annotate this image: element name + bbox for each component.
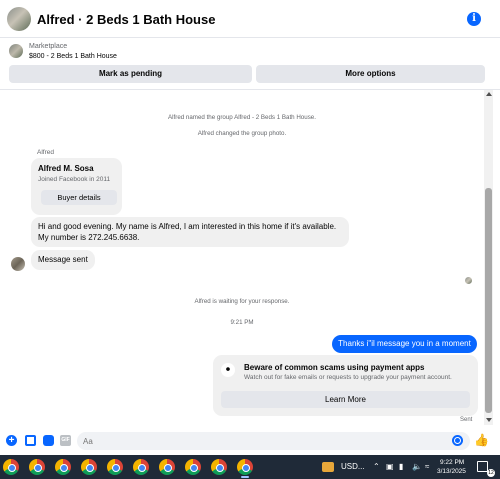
clock-date[interactable]: 3/13/2025: [437, 468, 466, 475]
message-input[interactable]: [77, 432, 470, 450]
messenger-window: Alfred · 2 Beds 1 Bath House i Marketpla…: [0, 0, 500, 455]
plus-icon[interactable]: +: [6, 435, 17, 446]
chrome-icon[interactable]: [211, 459, 227, 475]
image-icon[interactable]: [25, 435, 36, 446]
marketplace-label: Marketplace: [29, 43, 68, 50]
network-icon[interactable]: ▣: [386, 462, 394, 471]
emoji-icon[interactable]: [452, 435, 463, 446]
scrollbar-thumb[interactable]: [485, 188, 492, 413]
shield-icon: ⚫: [221, 363, 235, 377]
sender-name: Alfred: [37, 149, 54, 156]
chrome-icon[interactable]: [81, 459, 97, 475]
message-composer: + GIF 👍: [0, 429, 500, 453]
more-options-button[interactable]: More options: [256, 65, 485, 83]
system-message: Alfred is waiting for your response.: [194, 298, 290, 305]
currency-widget-icon[interactable]: [322, 462, 334, 472]
battery-icon[interactable]: ▮: [399, 462, 403, 471]
listing-title[interactable]: $800 - 2 Beds 1 Bath House: [29, 53, 117, 60]
thumbs-up-icon[interactable]: 👍: [474, 434, 489, 447]
marketplace-bar: Marketplace $800 - 2 Beds 1 Bath House M…: [0, 38, 500, 90]
conversation-header: Alfred · 2 Beds 1 Bath House i: [0, 0, 500, 38]
chrome-icon[interactable]: [3, 459, 19, 475]
chrome-icon[interactable]: [159, 459, 175, 475]
sticker-icon[interactable]: [43, 435, 54, 446]
warning-body: Watch out for fake emails or requests to…: [244, 374, 452, 381]
chrome-icon[interactable]: [237, 459, 253, 478]
thread-scrollbar[interactable]: [484, 90, 493, 425]
chrome-icon[interactable]: [55, 459, 71, 475]
incoming-message[interactable]: Hi and good evening. My name is Alfred, …: [31, 217, 349, 247]
wifi-icon[interactable]: ≈: [425, 462, 429, 471]
sender-avatar[interactable]: [11, 257, 25, 271]
scroll-down-arrow-icon[interactable]: [486, 418, 492, 422]
incoming-message[interactable]: Message sent: [31, 250, 95, 270]
buyer-details-button[interactable]: Buyer details: [41, 190, 117, 205]
scroll-up-arrow-icon[interactable]: [486, 92, 492, 96]
system-message: Alfred changed the group photo.: [197, 130, 287, 137]
message-status: Sent: [460, 417, 473, 423]
message-thread: Alfred named the group Alfred - 2 Beds 1…: [0, 90, 484, 425]
read-receipt-avatar: [465, 277, 472, 284]
clock-time[interactable]: 9:22 PM: [440, 459, 464, 466]
profile-joined: Joined Facebook in 2011: [38, 176, 111, 183]
chrome-icon[interactable]: [29, 459, 45, 475]
notification-icon[interactable]: [477, 461, 488, 472]
gif-icon[interactable]: GIF: [60, 435, 71, 446]
speaker-icon[interactable]: 🔈: [412, 462, 422, 471]
mark-as-pending-button[interactable]: Mark as pending: [9, 65, 252, 83]
system-message: Alfred named the group Alfred - 2 Beds 1…: [168, 114, 316, 121]
learn-more-button[interactable]: Learn More: [221, 391, 470, 408]
message-timestamp: 9:21 PM: [230, 319, 254, 326]
profile-card: Alfred M. Sosa Joined Facebook in 2011 B…: [31, 158, 122, 215]
listing-thumbnail[interactable]: [9, 44, 23, 58]
chrome-icon[interactable]: [185, 459, 201, 475]
info-icon[interactable]: i: [467, 12, 481, 26]
warning-title: Beware of common scams using payment app…: [244, 363, 425, 372]
outgoing-message[interactable]: Thanks i"il message you in a moment: [332, 335, 477, 353]
profile-name[interactable]: Alfred M. Sosa: [38, 164, 94, 173]
scam-warning-card: ⚫ Beware of common scams using payment a…: [213, 355, 478, 416]
windows-taskbar: USD... ⌃ ▣ ▮ 🔈 ≈ 9:22 PM 3/13/2025 12: [0, 455, 500, 479]
chrome-icon[interactable]: [107, 459, 123, 475]
chevron-up-icon[interactable]: ⌃: [373, 462, 380, 471]
currency-widget-label[interactable]: USD...: [341, 462, 365, 471]
notification-badge: 12: [487, 469, 495, 477]
group-avatar[interactable]: [7, 7, 31, 31]
conversation-title[interactable]: Alfred · 2 Beds 1 Bath House: [37, 12, 215, 27]
chrome-icon[interactable]: [133, 459, 149, 475]
